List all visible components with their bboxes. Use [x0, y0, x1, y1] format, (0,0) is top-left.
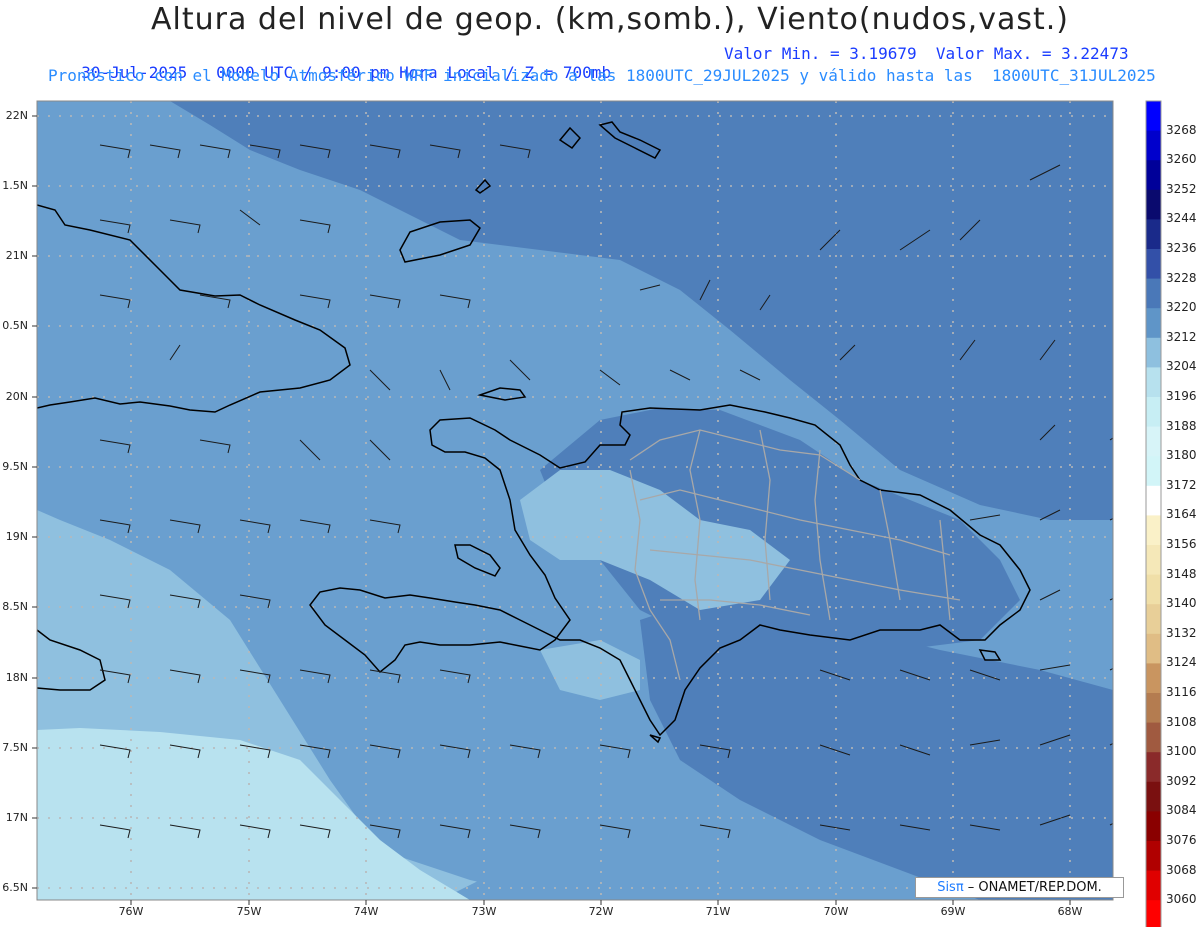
- colorbar-label: 3212: [1166, 329, 1197, 344]
- colorbar-label: 3100: [1166, 744, 1197, 759]
- credit-badge: Sisπ – ONAMET/REP.DOM.: [915, 877, 1124, 898]
- colorbar-label: 3236: [1166, 241, 1197, 255]
- latitude-label: 8.5N: [2, 600, 28, 613]
- longitude-label: 76W: [118, 905, 144, 918]
- colorbar-label: 3132: [1166, 625, 1197, 640]
- colorbar-swatch: [1146, 160, 1161, 191]
- colorbar-swatch: [1146, 367, 1161, 398]
- colorbar-swatch: [1146, 249, 1161, 280]
- colorbar-swatch: [1146, 545, 1161, 576]
- latitude-label: 20N: [5, 390, 28, 403]
- colorbar-swatch: [1146, 900, 1161, 927]
- longitude-label: 72W: [588, 905, 614, 918]
- colorbar-swatch: [1146, 426, 1161, 457]
- colorbar-swatch: [1146, 693, 1161, 724]
- colorbar-swatch: [1146, 308, 1161, 339]
- colorbar-swatch: [1146, 574, 1161, 605]
- colorbar-swatch: [1146, 811, 1161, 842]
- colorbar-label: 3196: [1166, 389, 1197, 403]
- latitude-label: 22N: [5, 109, 28, 122]
- colorbar-label: 3220: [1166, 300, 1197, 315]
- colorbar-swatch: [1146, 456, 1161, 487]
- colorbar-swatch: [1146, 752, 1161, 783]
- colorbar-swatch: [1146, 219, 1161, 250]
- colorbar-swatch: [1146, 278, 1161, 309]
- colorbar-label: 3060: [1166, 892, 1197, 907]
- colorbar-swatch: [1146, 633, 1161, 664]
- latitude-label: 18N: [5, 671, 28, 684]
- colorbar-swatch: [1146, 515, 1161, 546]
- colorbar-swatch: [1146, 397, 1161, 428]
- forecast-map: [32, 100, 1162, 927]
- colorbar-label: 3260: [1166, 152, 1197, 167]
- colorbar-label: 3140: [1166, 596, 1197, 611]
- colorbar-label: 3148: [1166, 566, 1197, 581]
- longitude-label: 73W: [471, 905, 497, 918]
- latitude-label: 19N: [5, 530, 28, 543]
- colorbar-label: 3268: [1166, 122, 1197, 137]
- colorbar-label: 3124: [1166, 655, 1197, 670]
- colorbar-swatch: [1146, 841, 1161, 872]
- colorbar-label: 3068: [1166, 862, 1197, 877]
- colorbar-label: 3084: [1166, 803, 1197, 818]
- credit-text: – ONAMET/REP.DOM.: [963, 880, 1102, 895]
- colorbar-swatch: [1146, 101, 1161, 132]
- colorbar-label: 3252: [1166, 181, 1197, 196]
- longitude-label: 71W: [705, 905, 731, 918]
- colorbar-label: 3076: [1166, 833, 1197, 847]
- credit-brand: Sisπ: [937, 880, 964, 895]
- longitude-label: 68W: [1057, 905, 1083, 918]
- latitude-label: 17N: [5, 811, 28, 824]
- latitude-label: 9.5N: [2, 460, 28, 473]
- latitude-label: 1.5N: [2, 179, 28, 192]
- colorbar-swatch: [1146, 722, 1161, 753]
- latitude-label: 7.5N: [2, 741, 28, 754]
- longitude-label: 70W: [823, 905, 849, 918]
- longitude-label: 69W: [940, 905, 966, 918]
- colorbar-swatch: [1146, 337, 1161, 368]
- longitude-label: 75W: [236, 905, 262, 918]
- colorbar-label: 3204: [1166, 359, 1197, 374]
- colorbar-swatch: [1146, 604, 1161, 635]
- latitude-label: 6.5N: [2, 881, 28, 894]
- latitude-label: 0.5N: [2, 319, 28, 332]
- colorbar-swatch: [1146, 130, 1161, 161]
- colorbar-swatch: [1146, 870, 1161, 901]
- colorbar-swatch: [1146, 663, 1161, 694]
- colorbar-label: 3164: [1166, 507, 1197, 522]
- colorbar-label: 3156: [1166, 537, 1197, 551]
- colorbar-label: 3244: [1166, 211, 1197, 226]
- colorbar: [1145, 100, 1162, 927]
- colorbar-label: 3228: [1166, 270, 1197, 285]
- colorbar-label: 3172: [1166, 477, 1197, 492]
- colorbar-swatch: [1146, 485, 1161, 516]
- colorbar-label: 3116: [1166, 685, 1197, 699]
- colorbar-swatch: [1146, 189, 1161, 220]
- longitude-label: 74W: [353, 905, 379, 918]
- colorbar-label: 3092: [1166, 773, 1197, 788]
- latitude-label: 21N: [5, 249, 28, 262]
- colorbar-label: 3108: [1166, 714, 1197, 729]
- colorbar-label: 3188: [1166, 418, 1197, 433]
- colorbar-label: 3180: [1166, 448, 1197, 463]
- colorbar-swatch: [1146, 781, 1161, 812]
